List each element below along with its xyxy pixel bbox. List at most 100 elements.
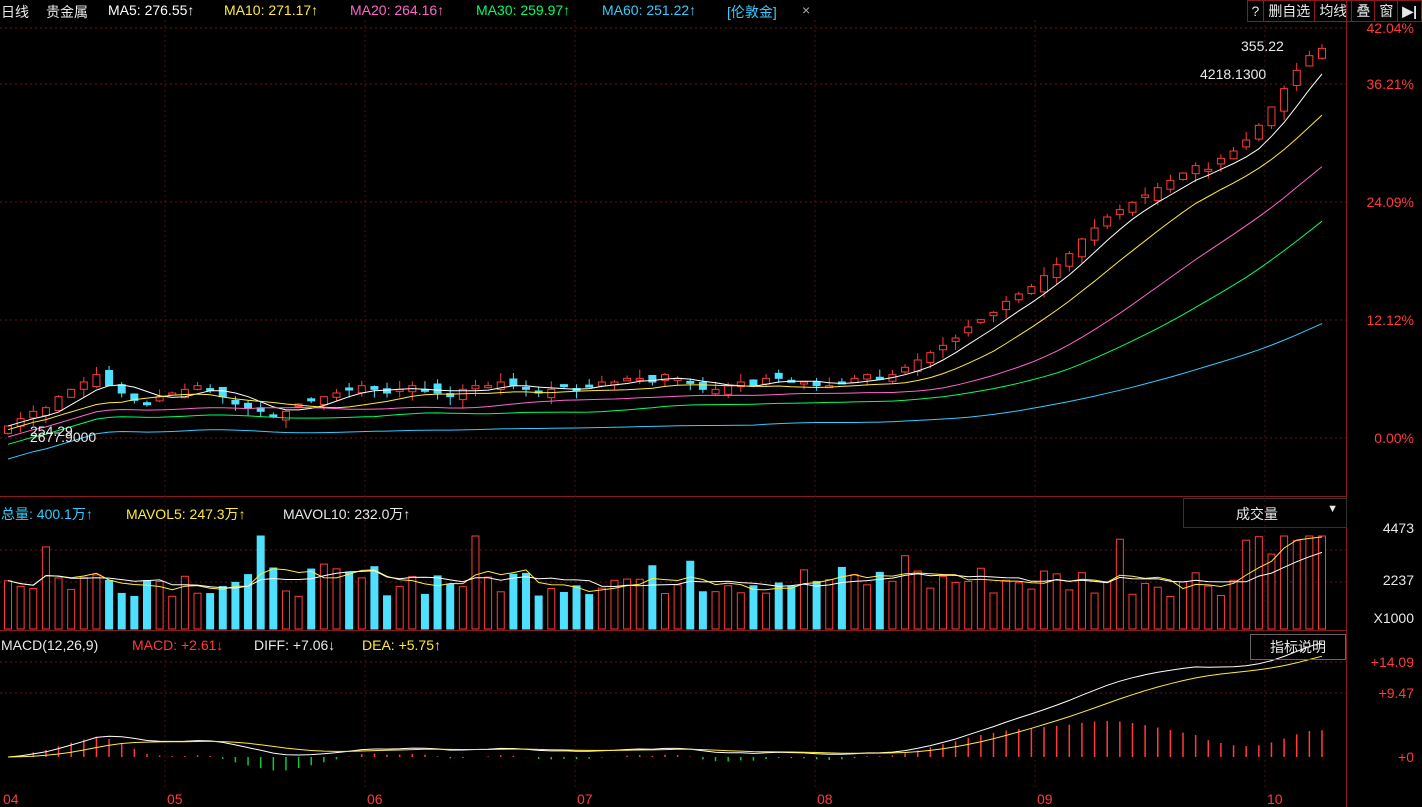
window-button[interactable]: 窗 [1374,0,1399,22]
volume-bar [1216,595,1225,630]
volume-bar [180,575,189,630]
volume-bar [698,591,707,630]
volume-bar [130,595,139,630]
volume-bar [1153,586,1162,630]
volume-bar [673,584,682,630]
volume-bar [92,574,101,630]
price-axis-label: 42.04% [1366,20,1414,36]
volume-bar [420,593,429,630]
candle-body [1040,275,1049,293]
volume-bar [585,594,594,630]
volume-bar [850,574,859,630]
candle-body [345,387,354,391]
volume-bar [244,574,253,630]
month-label: 09 [1037,791,1053,807]
month-label: 08 [817,791,833,807]
volume-bar [1002,579,1011,630]
candle-body [850,377,859,384]
candle-body [724,385,733,395]
candle-body [370,386,379,390]
volume-bar [951,581,960,630]
volume-bar [913,570,922,630]
total-volume: 总量: 400.1万↑ [1,506,93,522]
candle-body [142,402,151,406]
volume-bar [408,575,417,630]
candle-body [79,381,88,390]
candle-body [951,337,960,342]
candle-body [105,369,114,387]
candle-body [1077,238,1086,258]
candle-body [1204,168,1213,172]
volume-bar [1292,540,1301,630]
volume-bar [117,592,126,630]
volume-bar [648,565,657,630]
candle-body [964,326,973,334]
volume-axis-label: 2237 [1382,572,1414,588]
volume-bar [572,585,581,630]
volume-bar [471,535,480,630]
volume-bar [888,580,897,630]
candle-body [206,388,215,392]
candle-body [307,398,316,402]
collapse-panel-icon[interactable]: ▶| [1397,0,1422,22]
volume-bar [926,587,935,630]
volume-bar [1128,593,1137,630]
month-label: 10 [1267,791,1283,807]
candle-body [332,392,341,398]
volume-bar [1040,570,1049,630]
diff-readout: DIFF: +7.06↓ [254,637,336,653]
candle-body [1014,293,1023,301]
volume-bar [79,576,88,630]
candle-body [774,372,783,379]
candle-body [281,410,290,421]
candle-body [484,385,493,389]
candle-body [218,386,227,398]
candle-body [686,380,695,384]
indicator-dropdown[interactable]: 成交量 ▼ [1183,498,1347,528]
overlay-button[interactable]: 叠 [1351,0,1376,22]
volume-bar [559,591,568,630]
candle-body [585,384,594,388]
volume-axis-label: 4473 [1382,520,1414,536]
volume-bar [67,588,76,630]
candle-body [433,383,442,394]
candle-body [1191,165,1200,175]
volume-bar [901,555,910,630]
volume-bar [1305,535,1314,630]
diff-line [7,642,1323,758]
month-label: 07 [577,791,593,807]
volume-bar [218,586,227,630]
candle-body [522,386,531,390]
volume-bar [395,585,404,630]
volume-bar [29,588,38,630]
volume-bar [875,571,884,630]
volume-bar [1318,535,1326,630]
candle-body [799,381,808,385]
candle-body [901,366,910,373]
overlay-low-label: 2677.9000 [30,429,97,445]
volume-bar [294,595,303,630]
price-axis-label: 24.09% [1366,194,1414,210]
volume-bar [1267,553,1276,630]
volume-bar [1077,572,1086,630]
volume-bar [762,592,771,630]
chart-canvas[interactable] [0,0,1346,790]
candle-body [863,374,872,380]
macd-readout: MACD: +2.61↓ [132,637,224,653]
candle-body [976,319,985,323]
right-axis-divider [1346,0,1347,807]
volume-bar [1204,585,1213,630]
candle-body [1128,201,1137,213]
volume-bar [863,584,872,630]
volume-bar [534,595,543,630]
candle-body [67,388,76,398]
volume-bar [370,566,379,630]
ma20-line [7,166,1323,438]
volume-bar [1065,589,1074,630]
candle-body [244,402,253,409]
indicator-help-button[interactable]: 指标说明 [1250,634,1346,660]
dropdown-label: 成交量 [1236,506,1278,522]
volume-bar [1115,538,1124,630]
volume-bar [711,591,720,630]
candle-body [1305,55,1314,67]
